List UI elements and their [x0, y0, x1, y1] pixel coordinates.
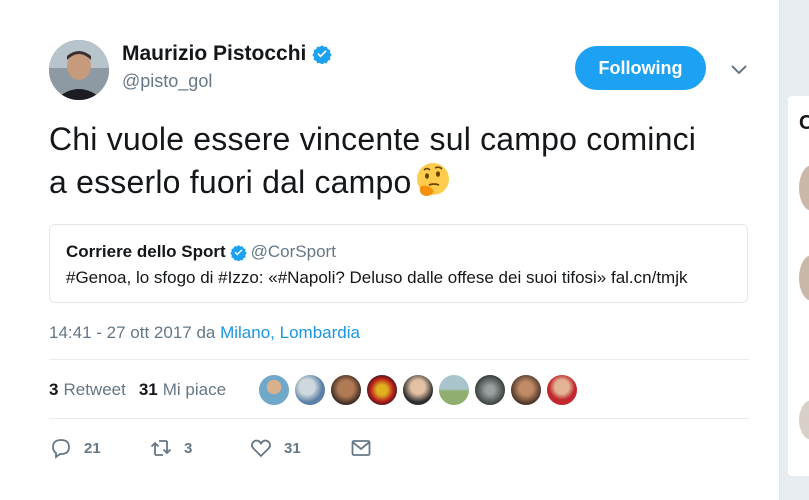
- liker-avatar[interactable]: [474, 374, 506, 406]
- tweet-actions: 21 3 31: [49, 436, 373, 460]
- author-name[interactable]: Maurizio Pistocchi: [122, 42, 306, 66]
- thinking-face-emoji-icon: [416, 163, 449, 196]
- tweet-timestamp: 14:41 - 27 ott 2017 da Milano, Lombardia: [49, 323, 360, 343]
- retweets-count: 3: [49, 380, 59, 399]
- retweet-count: 3: [184, 439, 193, 457]
- liker-avatar[interactable]: [330, 374, 362, 406]
- liker-avatar[interactable]: [546, 374, 578, 406]
- likes-stat[interactable]: 31 Mi piace: [139, 380, 226, 400]
- quoted-author-handle: @CorSport: [250, 242, 336, 261]
- quoted-tweet[interactable]: Corriere dello Sport @CorSport #Genoa, l…: [49, 224, 748, 303]
- liker-avatar[interactable]: [294, 374, 326, 406]
- divider: [49, 359, 749, 360]
- like-button[interactable]: 31: [249, 436, 349, 460]
- author-name-row[interactable]: Maurizio Pistocchi: [122, 42, 333, 66]
- reply-icon: [52, 439, 70, 459]
- liker-avatar[interactable]: [438, 374, 470, 406]
- liker-avatar[interactable]: [258, 374, 290, 406]
- likes-count: 31: [138, 380, 158, 399]
- retweet-button[interactable]: 3: [149, 436, 249, 460]
- retweets-label: Retweet: [63, 380, 126, 399]
- author-handle[interactable]: @pisto_gol: [122, 71, 212, 92]
- quoted-tweet-text: #Genoa, lo sfogo di #Izzo: «#Napoli? Del…: [66, 268, 688, 287]
- following-button[interactable]: Following: [575, 46, 706, 90]
- verified-badge-icon: [312, 45, 333, 64]
- direct-message-button[interactable]: [349, 436, 373, 460]
- quoted-author-name: Corriere dello Sport: [66, 242, 226, 261]
- tweet-text-line2: a esserlo fuori dal campo: [49, 164, 412, 200]
- verified-badge-icon: [229, 244, 247, 261]
- tweet-text-line1: Chi vuole essere vincente sul campo comi…: [49, 121, 697, 157]
- liker-avatar[interactable]: [366, 374, 398, 406]
- author-avatar[interactable]: [49, 40, 109, 100]
- chevron-down-icon[interactable]: [729, 62, 749, 76]
- tweet-card: Maurizio Pistocchi @pisto_gol Following …: [0, 0, 780, 500]
- liker-avatar[interactable]: [402, 374, 434, 406]
- tweet-stats: 3 Retweet 31 Mi piace: [49, 380, 239, 400]
- envelope-icon: [351, 440, 371, 456]
- quoted-tweet-header: Corriere dello Sport @CorSport: [66, 242, 732, 262]
- like-count: 31: [284, 439, 301, 457]
- reply-count: 21: [84, 439, 101, 457]
- timestamp-text[interactable]: 14:41 - 27 ott 2017 da: [49, 323, 220, 342]
- heart-icon: [251, 439, 271, 458]
- retweets-stat[interactable]: 3 Retweet: [49, 380, 126, 400]
- retweet-icon: [150, 440, 172, 456]
- likes-label: Mi piace: [162, 380, 227, 399]
- reply-button[interactable]: 21: [49, 436, 149, 460]
- location-link[interactable]: Milano, Lombardia: [220, 323, 360, 342]
- side-panel-fragment: C: [799, 112, 809, 134]
- divider: [49, 418, 749, 419]
- liker-avatar[interactable]: [510, 374, 542, 406]
- liker-avatars: [258, 374, 582, 406]
- tweet-text: Chi vuole essere vincente sul campo comi…: [49, 118, 759, 204]
